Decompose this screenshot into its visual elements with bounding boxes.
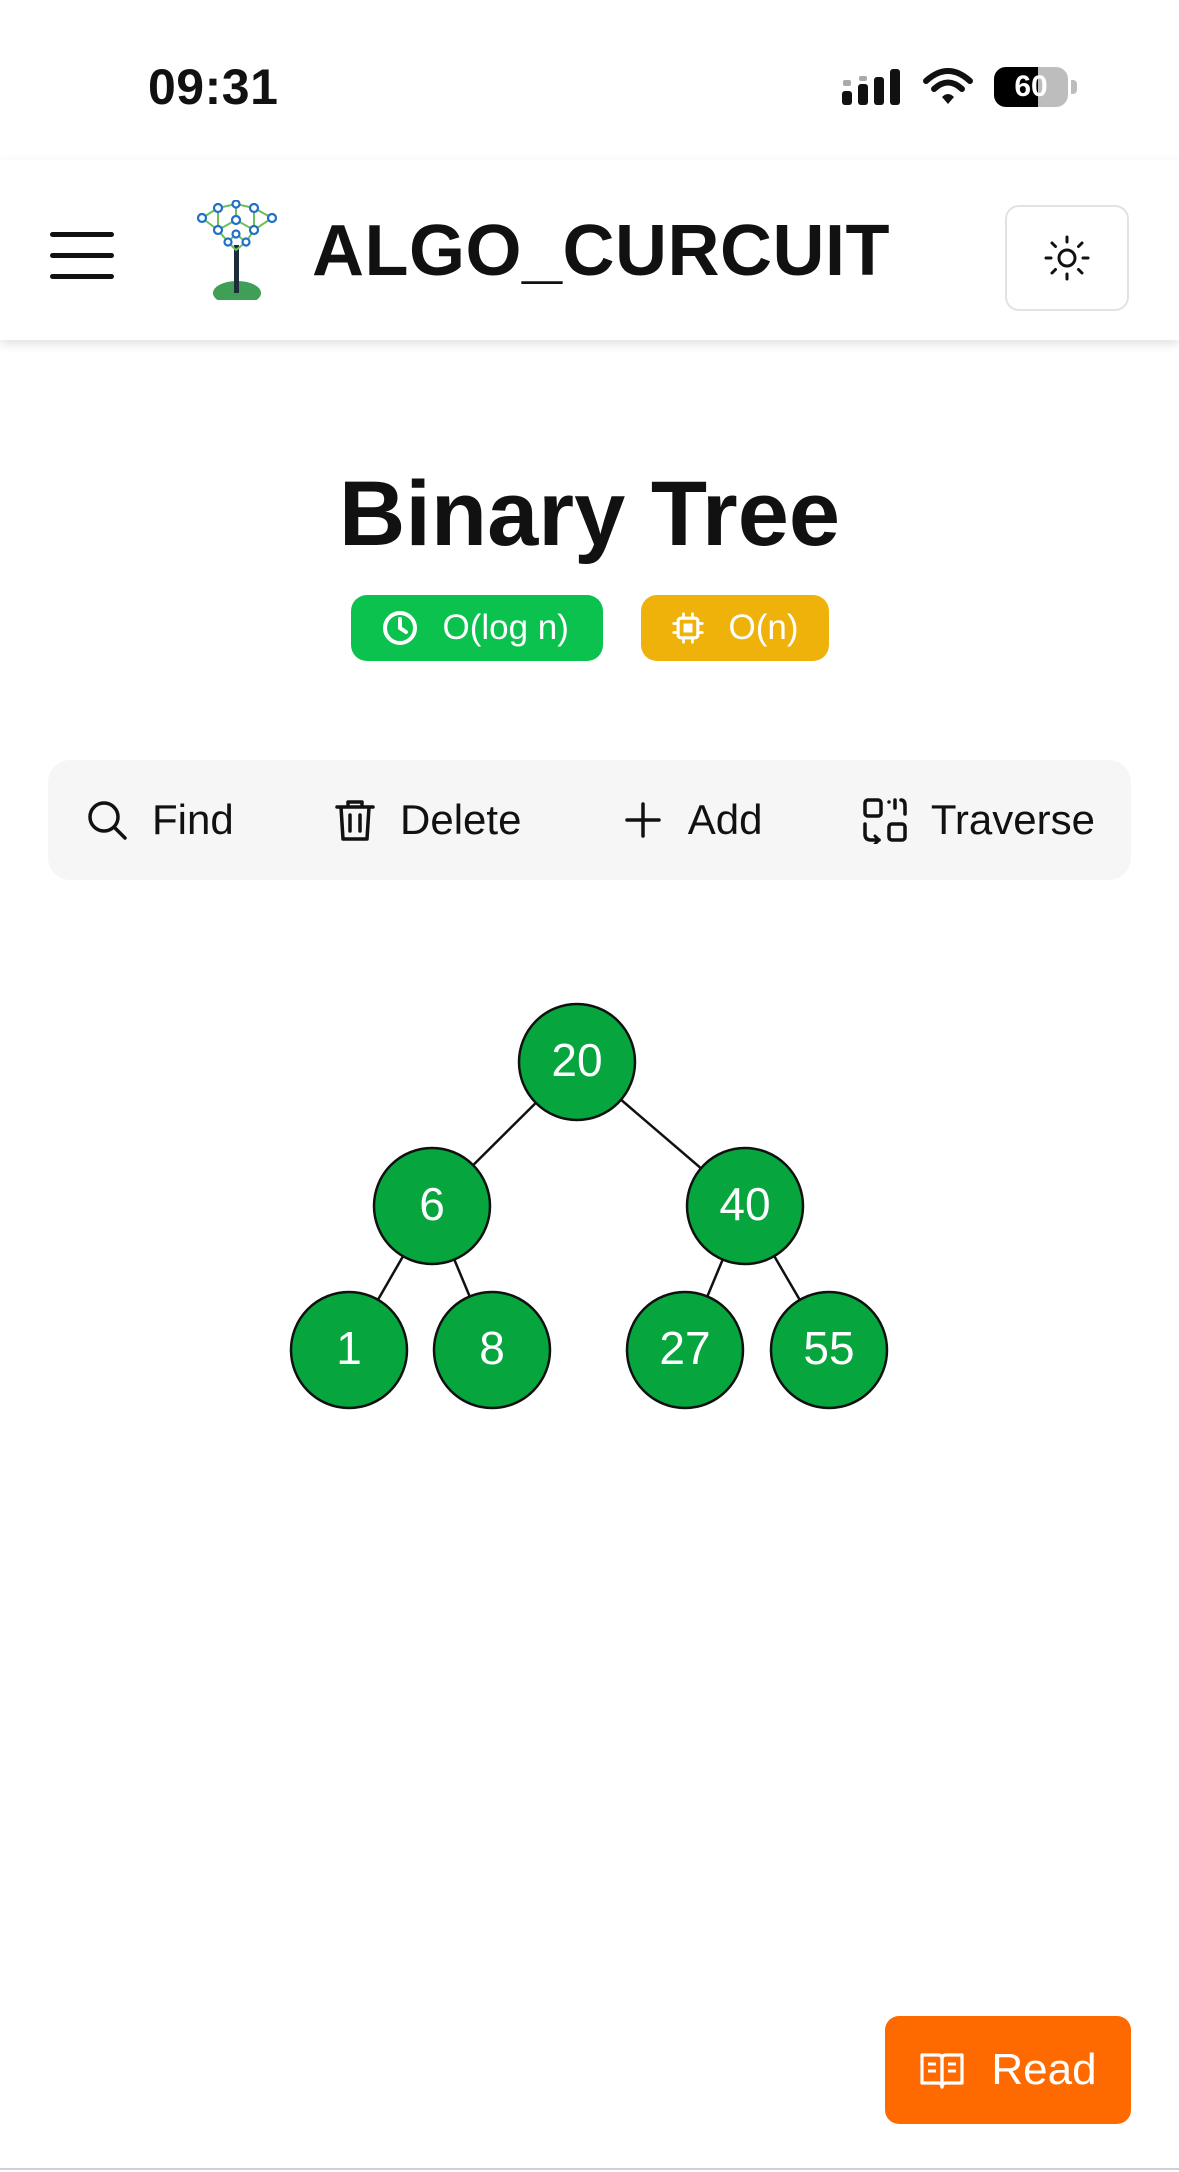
time-complexity-badge: O(log n) (350, 595, 603, 661)
app-header: ALGO_CURCUIT (0, 160, 1179, 340)
node-value: 20 (551, 1034, 602, 1086)
search-icon (88, 801, 127, 840)
node-value: 1 (336, 1322, 362, 1374)
book-open-icon (920, 2053, 965, 2089)
find-button[interactable]: Find (84, 796, 234, 844)
traverse-label: Traverse (930, 796, 1095, 843)
tree-node-1[interactable]: 1 (289, 1290, 409, 1410)
delete-label: Delete (400, 796, 522, 843)
plus-icon (625, 802, 661, 838)
node-value: 8 (479, 1322, 505, 1374)
add-button[interactable]: Add (620, 796, 763, 844)
status-bar: 09:31 60 (0, 0, 1179, 160)
tree-node-55[interactable]: 55 (769, 1290, 889, 1410)
wifi-icon (923, 68, 973, 104)
status-time: 09:31 (148, 59, 279, 115)
space-complexity-value: O(n) (728, 608, 799, 647)
bottom-divider (0, 2168, 1179, 2170)
time-complexity-value: O(log n) (442, 608, 569, 647)
traverse-icon (863, 798, 907, 844)
cpu-chip-icon (671, 612, 704, 644)
read-button[interactable]: Read (885, 2016, 1131, 2124)
clock-icon (382, 611, 417, 645)
app-title: ALGO_CURCUIT (312, 211, 890, 291)
traverse-button[interactable]: Traverse (861, 796, 1095, 844)
node-value: 27 (659, 1322, 710, 1374)
node-value: 55 (803, 1322, 854, 1374)
tree-node-40[interactable]: 40 (685, 1146, 805, 1266)
page-title: Binary Tree (338, 463, 841, 565)
battery-level: 60 (1014, 70, 1048, 103)
theme-toggle-button[interactable] (1005, 205, 1129, 311)
trash-icon (335, 800, 375, 841)
tree-logo-icon (196, 200, 278, 300)
sun-icon (1044, 235, 1090, 281)
read-label: Read (991, 2045, 1097, 2094)
battery-indicator: 60 (994, 67, 1077, 107)
tree-node-8[interactable]: 8 (432, 1290, 552, 1410)
node-value: 6 (419, 1178, 445, 1230)
tree-node-27[interactable]: 27 (625, 1290, 745, 1410)
status-icons: 60 (842, 62, 1077, 112)
hamburger-menu-icon[interactable] (50, 230, 116, 280)
binary-tree-diagram: 20 6 40 1 8 27 55 (289, 1002, 889, 1410)
tree-node-6[interactable]: 6 (372, 1146, 492, 1266)
add-label: Add (687, 796, 763, 843)
delete-button[interactable]: Delete (332, 796, 521, 844)
find-label: Find (152, 796, 234, 843)
operations-toolbar: Find Delete Add Traverse (48, 760, 1131, 880)
tree-node-20[interactable]: 20 (517, 1002, 637, 1122)
node-value: 40 (719, 1178, 770, 1230)
space-complexity-badge: O(n) (640, 595, 829, 661)
complexity-badges: O(log n) O(n) (0, 595, 1179, 661)
cellular-signal-icon (842, 69, 900, 105)
